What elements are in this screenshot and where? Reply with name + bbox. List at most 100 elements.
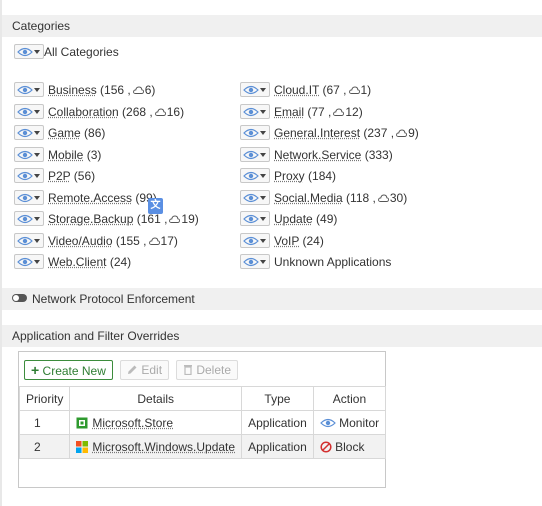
chevron-down-icon [260,153,266,157]
chevron-down-icon [260,110,266,114]
category-item: Web.Client (24) [48,255,131,269]
category-action-dropdown[interactable] [240,147,270,162]
chevron-down-icon [34,50,40,54]
category-name[interactable]: Game [48,126,81,140]
category-name[interactable]: Social.Media [274,191,343,205]
eye-icon [17,128,33,138]
category-name[interactable]: Email [274,105,304,119]
column-header-priority[interactable]: Priority [18,386,71,411]
category-action-dropdown[interactable] [240,82,270,97]
eye-icon [243,236,259,246]
category-action-dropdown[interactable] [14,254,44,269]
cloud-icon [154,108,166,116]
category-count: (333) [361,148,393,162]
eye-icon [243,193,259,203]
eye-icon [17,47,33,57]
category-name[interactable]: VoIP [274,234,299,248]
category-item: Network.Service (333) [274,148,393,162]
category-name[interactable]: Update [274,212,313,226]
all-categories-action-dropdown[interactable] [14,44,44,59]
column-header-action[interactable]: Action [312,386,387,411]
cloud-icon [377,194,389,202]
category-action-dropdown[interactable] [14,82,44,97]
category-name[interactable]: Storage.Backup [48,212,133,226]
row-details[interactable]: Microsoft.Windows.Update [69,434,243,459]
category-action-dropdown[interactable] [240,211,270,226]
eye-icon [243,107,259,117]
eye-icon [17,236,33,246]
category-action-dropdown[interactable] [14,233,44,248]
category-action-dropdown[interactable] [14,125,44,140]
category-count: (118 , [342,191,376,205]
eye-icon [243,150,259,160]
create-new-button[interactable]: + Create New [24,360,113,380]
pencil-icon [128,365,137,374]
category-action-dropdown[interactable] [14,168,44,183]
eye-icon [243,171,259,181]
category-action-dropdown[interactable] [240,233,270,248]
eye-icon [17,107,33,117]
category-action-dropdown[interactable] [14,104,44,119]
category-cloud-count: 16) [153,105,184,119]
protocol-enforcement-toggle[interactable] [12,294,27,302]
create-new-label: Create New [42,364,106,378]
category-cloud-count: 12) [331,105,363,119]
category-name[interactable]: Mobile [48,148,83,162]
category-name[interactable]: Proxy [274,169,305,183]
category-count: (237 , [360,126,395,140]
chevron-down-icon [34,260,40,264]
eye-icon [17,171,33,181]
edit-label: Edit [141,363,163,377]
category-count: (24) [106,255,132,269]
column-header-type[interactable]: Type [241,386,314,411]
chevron-down-icon [34,131,40,135]
category-name[interactable]: Remote.Access [48,191,132,205]
chevron-down-icon [260,217,266,221]
category-cloud-count: 19) [167,212,199,226]
action-label: Monitor [339,415,380,430]
category-action-dropdown[interactable] [240,125,270,140]
table-row[interactable]: 2 Microsoft.Windows.Update Application B… [18,434,387,459]
category-name[interactable]: Video/Audio [48,234,113,248]
eye-icon [17,214,33,224]
eye-icon [17,257,33,267]
edit-button[interactable]: Edit [120,360,170,380]
category-action-dropdown[interactable] [14,190,44,205]
category-name[interactable]: Business [48,83,97,97]
category-name[interactable]: Web.Client [48,255,106,269]
all-categories-label: All Categories [44,45,119,59]
table-row[interactable]: 1 Microsoft.Store Application Monitor [18,410,387,435]
delete-button[interactable]: Delete [176,360,239,380]
category-action-dropdown[interactable] [240,190,270,205]
row-details[interactable]: Microsoft.Store [69,410,243,435]
category-count: (268 , [118,105,153,119]
category-name[interactable]: Network.Service [274,148,361,162]
row-type: Application [241,434,314,459]
category-name[interactable]: General.Interest [274,126,360,140]
categories-title: Categories [12,19,71,33]
chevron-down-icon [34,110,40,114]
translate-icon[interactable]: 文 [148,198,163,214]
eye-icon [243,257,259,267]
category-name[interactable]: Cloud.IT [274,83,319,97]
protocol-enforcement-label: Network Protocol Enforcement [32,292,195,306]
category-item: Collaboration (268 , 16) [48,105,184,119]
category-cloud-count: 6) [131,83,155,97]
category-item: Unknown Applications [274,255,391,269]
category-item: Email (77 , 12) [274,105,363,119]
category-count: (161 , [133,212,168,226]
category-count: (67 , [319,83,347,97]
category-action-dropdown[interactable] [14,211,44,226]
chevron-down-icon [34,174,40,178]
column-header-details[interactable]: Details [69,386,243,411]
eye-icon [243,214,259,224]
category-action-dropdown[interactable] [240,254,270,269]
app-name: Microsoft.Store [92,415,174,430]
category-name[interactable]: P2P [48,169,70,183]
category-cloud-count: 9) [394,126,419,140]
category-name[interactable]: Collaboration [48,105,119,119]
category-action-dropdown[interactable] [14,147,44,162]
eye-icon [17,85,33,95]
category-action-dropdown[interactable] [240,168,270,183]
category-action-dropdown[interactable] [240,104,270,119]
